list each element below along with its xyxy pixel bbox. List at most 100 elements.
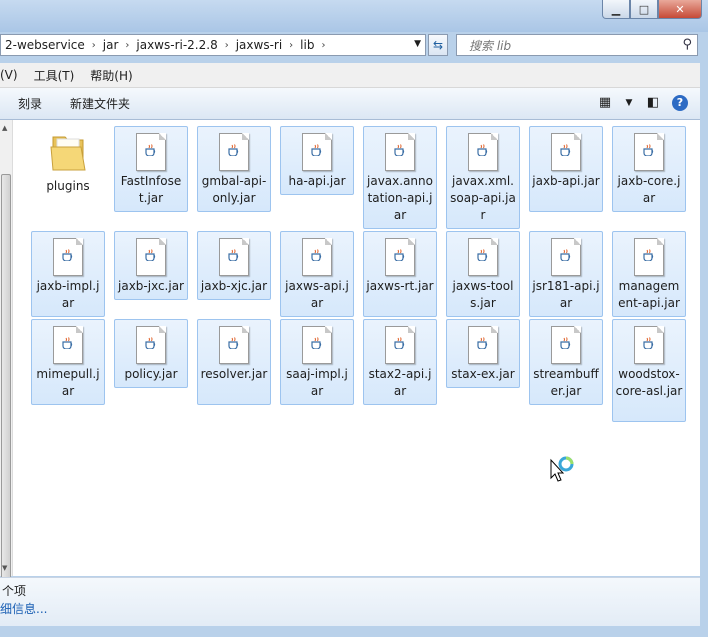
file-item[interactable]: jaxb-impl.jar [31, 231, 105, 317]
scroll-thumb[interactable] [1, 174, 11, 620]
address-bar[interactable]: 2-webservice › jar › jaxws-ri-2.2.8 › ja… [0, 34, 426, 56]
breadcrumb-item[interactable]: jar [99, 38, 123, 52]
folder-item[interactable]: plugins [31, 126, 105, 212]
breadcrumb-separator-icon[interactable]: › [318, 40, 328, 51]
java-jar-file-icon [219, 326, 249, 364]
file-list-pane[interactable]: plugins FastInfoset.jar gmbal-api-only.jar… [0, 120, 700, 576]
java-jar-file-icon [385, 326, 415, 364]
file-item[interactable]: stax2-api.jar [363, 319, 437, 405]
java-jar-file-icon [551, 326, 581, 364]
menu-bar: (V) 工具(T) 帮助(H) [0, 63, 700, 88]
file-item[interactable]: management-api.jar [612, 231, 686, 317]
file-item[interactable]: stax-ex.jar [446, 319, 520, 388]
maximize-button[interactable]: □ [630, 0, 658, 19]
java-jar-file-icon [53, 326, 83, 364]
search-input[interactable] [467, 38, 671, 54]
file-item[interactable]: ha-api.jar [280, 126, 354, 195]
command-icons: ▦ ▼ ◧ ? [596, 94, 688, 112]
file-name-label: jaxb-jxc.jar [118, 279, 184, 293]
java-jar-file-icon [634, 133, 664, 171]
java-jar-file-icon [53, 238, 83, 276]
java-jar-file-icon [551, 238, 581, 276]
preview-pane-icon[interactable]: ◧ [644, 94, 662, 112]
java-jar-file-icon [302, 326, 332, 364]
busy-cursor-icon [550, 456, 574, 482]
breadcrumb-separator-icon[interactable]: › [122, 40, 132, 51]
java-jar-file-icon [302, 133, 332, 171]
file-item[interactable]: jaxb-jxc.jar [114, 231, 188, 300]
java-jar-file-icon [385, 238, 415, 276]
file-item[interactable]: javax.xml.soap-api.jar [446, 126, 520, 229]
file-item[interactable]: mimepull.jar [31, 319, 105, 405]
file-name-label: mimepull.jar [36, 367, 100, 398]
window-frame [700, 60, 708, 637]
file-name-label: stax2-api.jar [368, 367, 432, 398]
scroll-down-icon[interactable]: ▼ [2, 564, 7, 572]
file-name-label: ha-api.jar [288, 174, 346, 188]
view-dropdown-icon[interactable]: ▼ [624, 94, 634, 112]
command-bar: 刻录 新建文件夹 ▦ ▼ ◧ ? [0, 88, 700, 120]
maximize-icon: □ [638, 2, 650, 16]
file-name-label: jsr181-api.jar [532, 279, 600, 310]
close-button[interactable]: ✕ [658, 0, 702, 19]
file-item[interactable]: resolver.jar [197, 319, 271, 405]
file-item[interactable]: saaj-impl.jar [280, 319, 354, 405]
file-name-label: policy.jar [124, 367, 178, 381]
java-jar-file-icon [302, 238, 332, 276]
breadcrumb-item[interactable]: 2-webservice [1, 38, 89, 52]
file-item[interactable]: javax.annotation-api.jar [363, 126, 437, 229]
file-item[interactable]: woodstox-core-asl.jar [612, 319, 686, 422]
file-name-label: jaxb-xjc.jar [200, 279, 268, 293]
burn-button[interactable]: 刻录 [18, 95, 42, 112]
file-item[interactable]: streambuffer.jar [529, 319, 603, 405]
breadcrumb-separator-icon[interactable]: › [222, 40, 232, 51]
file-name-label: streambuffer.jar [533, 367, 599, 398]
folder-icon [50, 136, 86, 171]
java-jar-file-icon [136, 326, 166, 364]
file-item[interactable]: jaxb-xjc.jar [197, 231, 271, 300]
details-link[interactable]: 细信息... [0, 600, 47, 617]
java-jar-file-icon [385, 133, 415, 171]
search-box[interactable]: ⚲ [456, 34, 698, 56]
window-controls: ▁ □ ✕ [602, 0, 702, 19]
minimize-button[interactable]: ▁ [602, 0, 630, 19]
file-item[interactable]: jaxws-api.jar [280, 231, 354, 317]
file-item[interactable]: jsr181-api.jar [529, 231, 603, 317]
minimize-icon: ▁ [611, 2, 621, 16]
file-name-label: jaxb-core.jar [617, 174, 681, 205]
item-count: 个项 [2, 584, 27, 598]
breadcrumb-separator-icon[interactable]: › [89, 40, 99, 51]
scroll-up-icon[interactable]: ▲ [2, 124, 7, 132]
file-item[interactable]: policy.jar [114, 319, 188, 388]
new-folder-button[interactable]: 新建文件夹 [70, 95, 130, 112]
file-item[interactable]: FastInfoset.jar [114, 126, 188, 212]
file-item[interactable]: jaxb-core.jar [612, 126, 686, 212]
menu-help[interactable]: 帮助(H) [90, 67, 132, 84]
breadcrumb-separator-icon[interactable]: › [286, 40, 296, 51]
file-name-label: management-api.jar [618, 279, 680, 310]
breadcrumb-item[interactable]: lib [296, 38, 318, 52]
breadcrumb-item[interactable]: jaxws-ri-2.2.8 [132, 38, 221, 52]
java-jar-file-icon [634, 326, 664, 364]
menu-view[interactable]: (V) [0, 68, 18, 82]
address-dropdown-icon[interactable]: ▼ [414, 39, 421, 49]
file-item[interactable]: jaxws-tools.jar [446, 231, 520, 317]
file-name-label: FastInfoset.jar [120, 174, 182, 205]
java-jar-file-icon [219, 133, 249, 171]
menu-tools[interactable]: 工具(T) [34, 67, 75, 84]
file-name-label: gmbal-api-only.jar [201, 174, 267, 205]
vertical-scrollbar[interactable]: ▲ ▼ [0, 120, 13, 620]
file-name-label: javax.xml.soap-api.jar [450, 174, 516, 222]
breadcrumb-item[interactable]: jaxws-ri [232, 38, 286, 52]
help-icon[interactable]: ? [672, 95, 688, 111]
java-jar-file-icon [219, 238, 249, 276]
file-item[interactable]: jaxws-rt.jar [363, 231, 437, 317]
file-name-label: javax.annotation-api.jar [367, 174, 433, 222]
file-item[interactable]: jaxb-api.jar [529, 126, 603, 212]
search-icon[interactable]: ⚲ [682, 37, 692, 52]
file-item[interactable]: gmbal-api-only.jar [197, 126, 271, 212]
refresh-button[interactable]: ⇆ [428, 34, 448, 56]
file-name-label: resolver.jar [200, 367, 268, 381]
view-options-icon[interactable]: ▦ [596, 94, 614, 112]
status-bar: 个项 细信息... [0, 577, 700, 626]
